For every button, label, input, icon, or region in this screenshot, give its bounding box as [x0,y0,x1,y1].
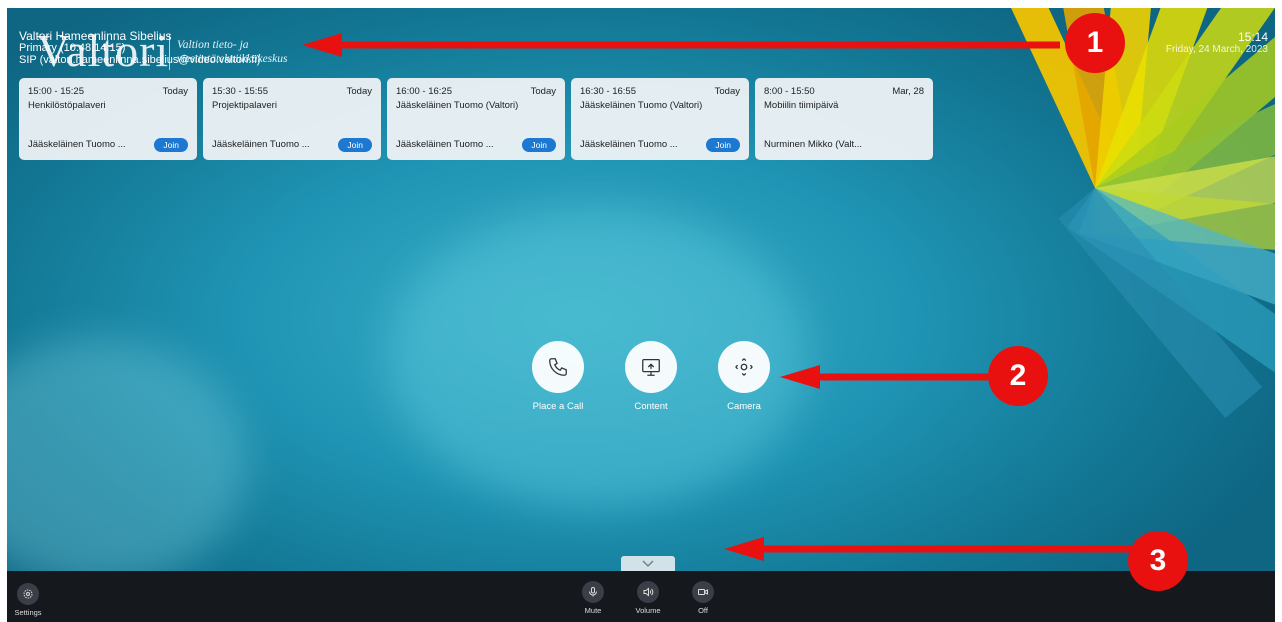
meeting-card[interactable]: 15:00 - 15:25 Today Henkilöstöpalaveri J… [19,78,197,160]
meeting-day: Today [162,86,188,97]
meeting-card[interactable]: 8:00 - 15:50 Mar, 28 Mobiilin tiimipäivä… [755,78,933,160]
meeting-time: 16:30 - 16:55 [580,86,636,97]
system-info: Valtori Hameenlinna Sibelius Primary (10… [19,30,260,66]
clock-time: 15:14 [1237,30,1268,44]
meeting-day: Mar, 28 [892,86,924,97]
video-off-button[interactable]: Off [690,581,716,615]
bottom-control-bar: Settings Mute Volume Off [7,571,1275,622]
mute-button[interactable]: Mute [580,581,606,615]
annotation-badge-2: 2 [988,346,1048,406]
meeting-card[interactable]: 15:30 - 15:55 Today Projektipalaveri Jää… [203,78,381,160]
primary-address: Primary (10.48.14.15) [19,42,126,54]
meeting-day: Today [346,86,372,97]
clock-date: Friday, 24 March, 2023 [1165,44,1268,55]
meeting-time: 15:00 - 15:25 [28,86,84,97]
volume-button[interactable]: Volume [633,581,663,615]
meeting-day: Today [714,86,740,97]
meeting-card[interactable]: 16:00 - 16:25 Today Jääskeläinen Tuomo (… [387,78,565,160]
system-name: Valtori Hameenlinna Sibelius [19,29,172,43]
meeting-title: Jääskeläinen Tuomo (Valtori) [580,100,703,111]
chevron-down-icon [642,555,654,572]
join-button[interactable]: Join [154,138,188,152]
phone-icon [532,341,584,393]
meeting-title: Mobiilin tiimipäivä [764,100,839,111]
meeting-title: Jääskeläinen Tuomo (Valtori) [396,100,519,111]
content-button[interactable]: Content [621,341,681,412]
meeting-organizer: Jääskeläinen Tuomo ... [28,139,126,150]
volume-label: Volume [635,606,661,615]
sip-address: SIP (valtori.hameenlinna.sibelius@video.… [19,54,261,66]
place-call-button[interactable]: Place a Call [528,341,588,412]
collapse-tab[interactable] [621,556,675,571]
join-button[interactable]: Join [522,138,556,152]
annotation-arrow-3 [724,537,1142,561]
place-call-label: Place a Call [532,401,584,412]
mute-label: Mute [584,606,602,615]
join-button[interactable]: Join [706,138,740,152]
meeting-day: Today [530,86,556,97]
meeting-organizer: Jääskeläinen Tuomo ... [212,139,310,150]
speaker-icon [637,581,659,603]
share-screen-icon [625,341,677,393]
annotation-badge-1: 1 [1065,13,1125,73]
background-glow [7,338,247,571]
meeting-organizer: Nurminen Mikko (Valt... [764,139,863,150]
meeting-time: 8:00 - 15:50 [764,86,815,97]
decorative-color-burst [875,8,1275,419]
settings-button[interactable]: Settings [13,583,43,617]
home-actions: Place a Call Content Camera [528,341,774,412]
annotation-arrow-2 [780,365,988,389]
join-button[interactable]: Join [338,138,372,152]
annotation-badge-3: 3 [1128,531,1188,591]
gear-icon [17,583,39,605]
touch-panel-screen: Valtori Valtion tieto- ja viestintätekni… [7,8,1275,571]
annotation-arrow-1 [302,33,1060,57]
camera-button[interactable]: Camera [714,341,774,412]
meeting-organizer: Jääskeläinen Tuomo ... [580,139,678,150]
camera-label: Camera [727,401,761,412]
meeting-list: 15:00 - 15:25 Today Henkilöstöpalaveri J… [19,78,933,160]
meeting-time: 15:30 - 15:55 [212,86,268,97]
clock: 15:14 Friday, 24 March, 2023 [1166,30,1268,55]
video-camera-icon [692,581,714,603]
meeting-card[interactable]: 16:30 - 16:55 Today Jääskeläinen Tuomo (… [571,78,749,160]
settings-label: Settings [14,608,42,617]
microphone-icon [582,581,604,603]
content-label: Content [634,401,668,412]
meeting-time: 16:00 - 16:25 [396,86,452,97]
meeting-organizer: Jääskeläinen Tuomo ... [396,139,494,150]
camera-control-icon [718,341,770,393]
meeting-title: Projektipalaveri [212,100,277,111]
meeting-title: Henkilöstöpalaveri [28,100,106,111]
video-off-label: Off [698,606,708,615]
